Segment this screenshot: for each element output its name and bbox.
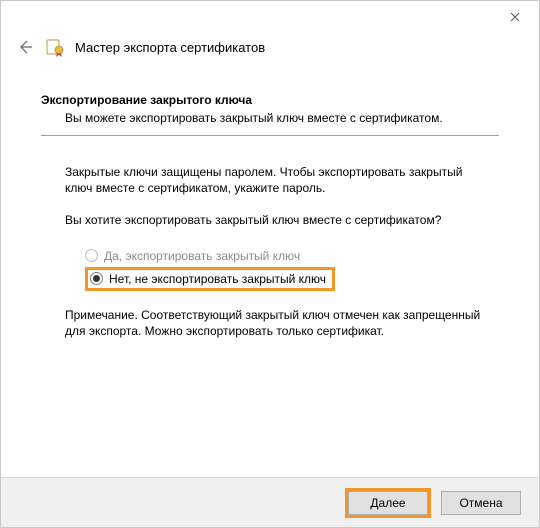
radio-option-no[interactable]: Нет, не экспортировать закрытый ключ: [90, 272, 326, 286]
close-button[interactable]: [495, 5, 535, 29]
wizard-content: Экспортирование закрытого ключа Вы может…: [1, 65, 539, 339]
radio-icon: [85, 249, 98, 262]
wizard-title: Мастер экспорта сертификатов: [75, 40, 265, 55]
section-subheading: Вы можете экспортировать закрытый ключ в…: [41, 111, 499, 125]
close-icon: [510, 12, 520, 22]
wizard-header: Мастер экспорта сертификатов: [1, 33, 539, 65]
question-text: Вы хотите экспортировать закрытый ключ в…: [41, 212, 499, 228]
radio-label-yes: Да, экспортировать закрытый ключ: [104, 249, 300, 263]
next-button[interactable]: Далее: [348, 491, 428, 515]
note-text: Примечание. Соответствующий закрытый клю…: [41, 307, 499, 339]
back-button[interactable]: [15, 37, 35, 57]
separator: [41, 135, 499, 136]
radio-option-yes: Да, экспортировать закрытый ключ: [85, 245, 499, 267]
section-heading: Экспортирование закрытого ключа: [41, 93, 499, 107]
certificate-icon: [45, 37, 65, 57]
export-key-radio-group: Да, экспортировать закрытый ключ Нет, не…: [41, 245, 499, 291]
intro-text: Закрытые ключи защищены паролем. Чтобы э…: [41, 164, 499, 196]
cancel-button[interactable]: Отмена: [441, 491, 521, 515]
highlight-selected-option: Нет, не экспортировать закрытый ключ: [85, 267, 335, 291]
titlebar: [1, 1, 539, 33]
wizard-footer: Далее Отмена: [1, 477, 539, 527]
radio-label-no: Нет, не экспортировать закрытый ключ: [109, 272, 326, 286]
highlight-next-button: Далее: [345, 488, 431, 518]
arrow-left-icon: [17, 39, 33, 55]
radio-icon: [90, 272, 103, 285]
